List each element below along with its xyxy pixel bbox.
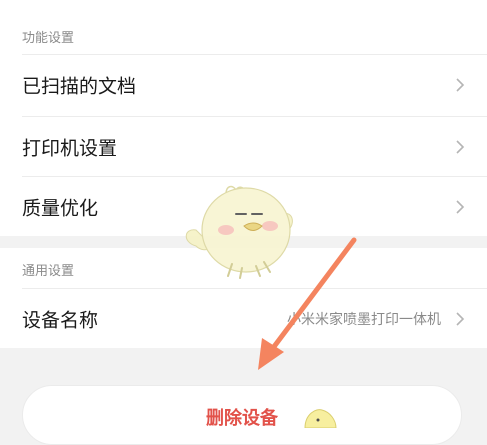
row-device-name[interactable]: 设备名称 小米米家喷墨打印一体机 — [0, 289, 487, 349]
row-label: 质量优化 — [22, 197, 99, 220]
chevron-right-icon — [456, 200, 465, 214]
row-printer-settings[interactable]: 打印机设置 — [0, 117, 487, 177]
function-settings-card: 功能设置 已扫描的文档 打印机设置 质量优化 — [0, 0, 487, 236]
row-label: 设备名称 — [22, 309, 99, 332]
general-settings-card: 通用设置 设备名称 小米米家喷墨打印一体机 — [0, 248, 487, 348]
row-label: 已扫描的文档 — [22, 75, 137, 98]
section-title-general: 通用设置 — [22, 264, 75, 279]
device-name-value: 小米米家喷墨打印一体机 — [287, 312, 441, 328]
delete-device-label: 删除设备 — [206, 408, 278, 429]
row-quality-optimization[interactable]: 质量优化 — [0, 177, 487, 237]
row-scanned-documents[interactable]: 已扫描的文档 — [0, 55, 487, 115]
row-label: 打印机设置 — [22, 137, 118, 160]
chevron-right-icon — [456, 312, 465, 326]
delete-device-button[interactable]: 删除设备 — [22, 385, 462, 445]
chevron-right-icon — [456, 140, 465, 154]
chevron-right-icon — [456, 78, 465, 92]
section-title-function: 功能设置 — [22, 31, 75, 46]
